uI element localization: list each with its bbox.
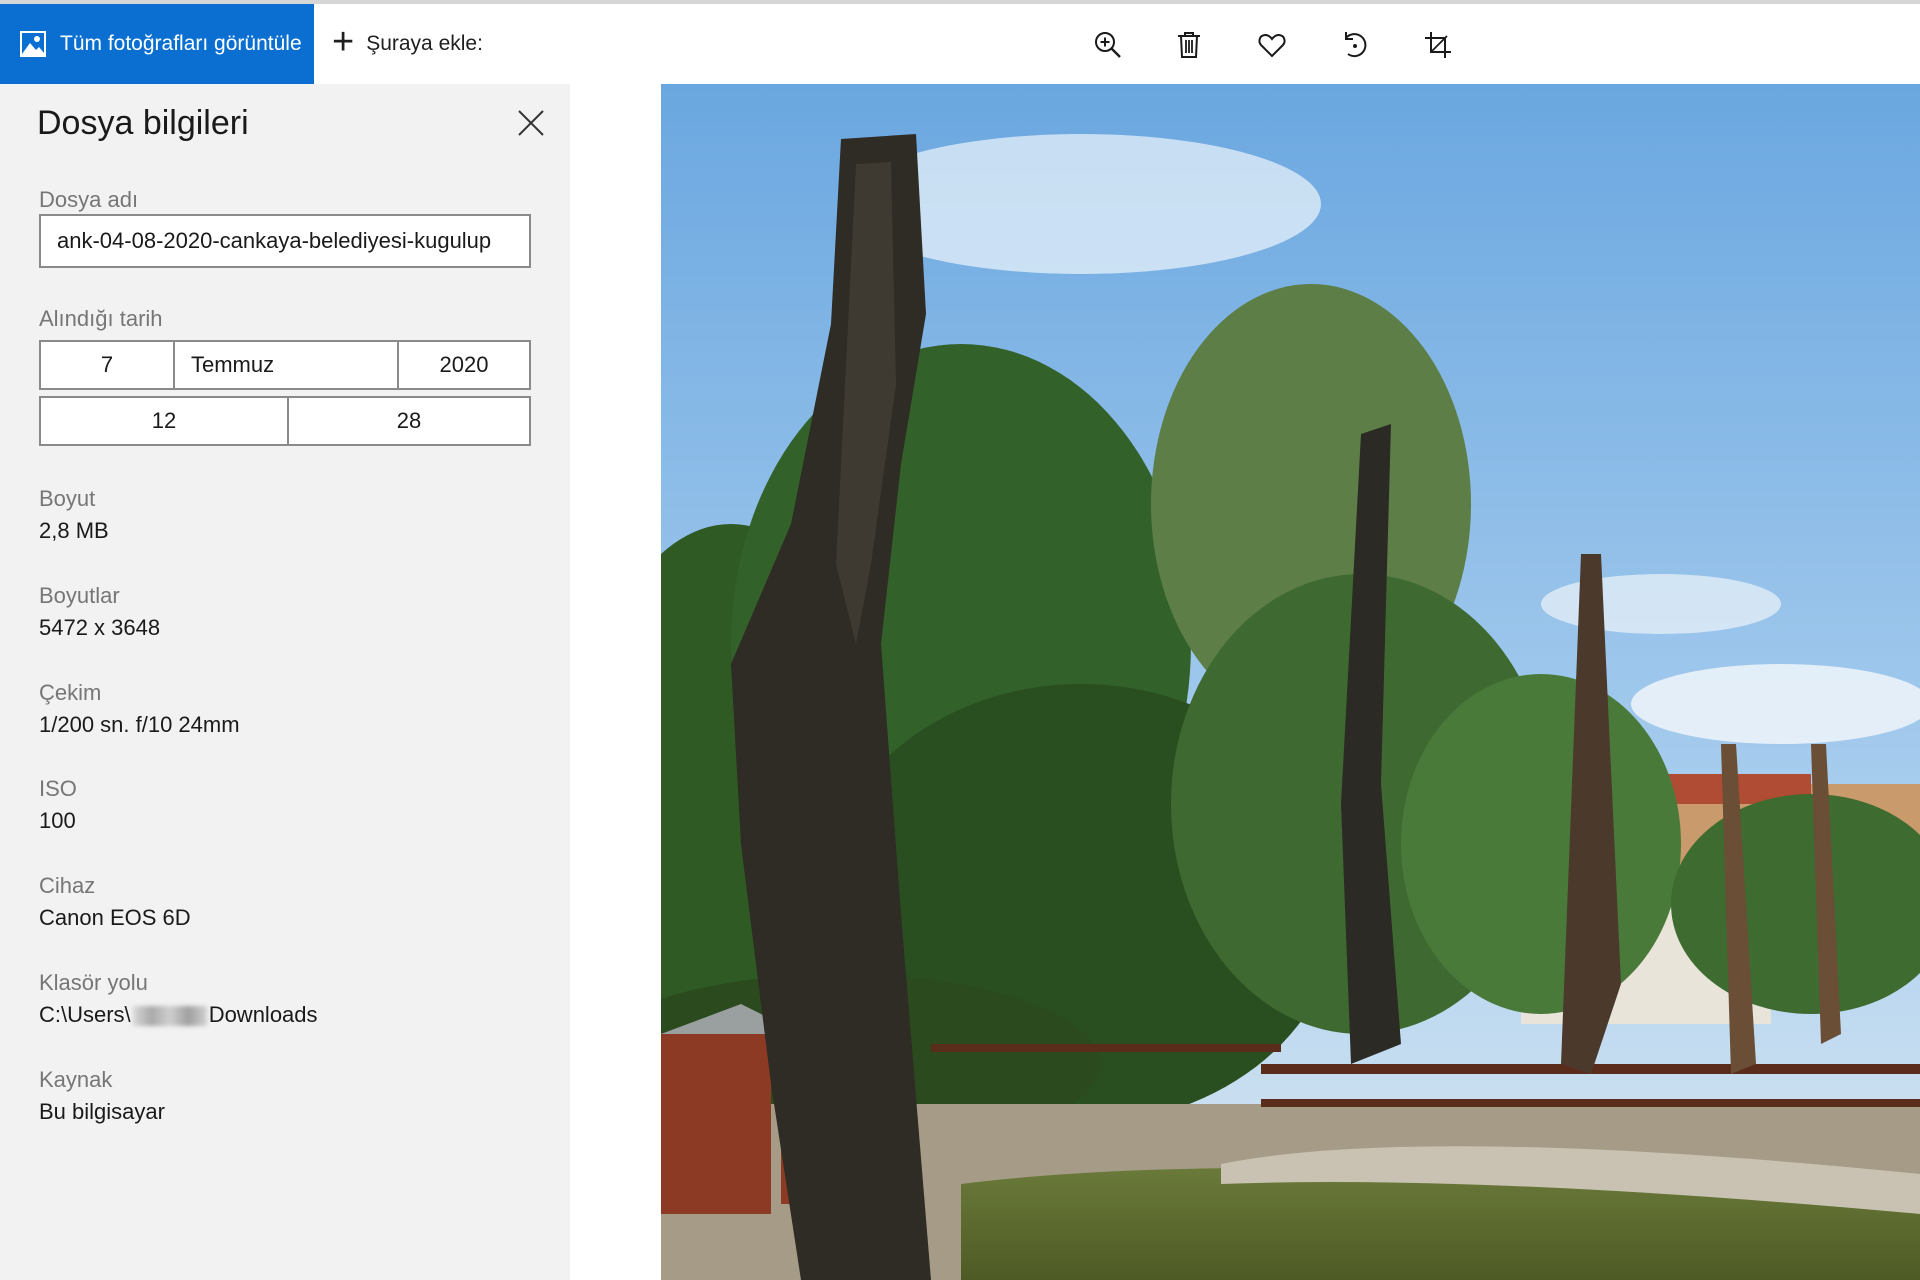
- dimensions-label: Boyutlar: [39, 583, 120, 608]
- favorite-button[interactable]: [1249, 22, 1295, 68]
- photo-viewer[interactable]: [661, 84, 1920, 1280]
- folder-path-prefix: C:\Users\: [39, 1002, 131, 1027]
- zoom-in-icon: [1095, 32, 1121, 58]
- date-picker[interactable]: 7 Temmuz 2020: [39, 340, 531, 390]
- size-label: Boyut: [39, 486, 96, 511]
- rotate-button[interactable]: [1332, 22, 1378, 68]
- delete-icon: [1178, 32, 1200, 58]
- view-all-photos-label: Tüm fotoğrafları görüntüle: [60, 32, 302, 55]
- time-hour[interactable]: 12: [41, 398, 287, 444]
- add-to-label: Şuraya ekle:: [366, 32, 483, 55]
- shot-label: Çekim: [39, 680, 102, 705]
- toolbar: Tüm fotoğrafları görüntüle + Şuraya ekle…: [0, 4, 1920, 84]
- close-panel-button[interactable]: [514, 106, 548, 140]
- filename-input[interactable]: [39, 214, 531, 268]
- file-info-panel: Dosya bilgileri Dosya adı Alındığı tarih…: [0, 84, 570, 1280]
- view-all-photos-button[interactable]: Tüm fotoğrafları görüntüle: [0, 4, 314, 84]
- time-minute[interactable]: 28: [287, 398, 529, 444]
- folder-path-value[interactable]: C:\Users\ Downloads: [39, 1002, 318, 1028]
- zoom-button[interactable]: [1085, 22, 1131, 68]
- folder-path-suffix: Downloads: [208, 1002, 318, 1027]
- photos-app-icon: [20, 31, 46, 57]
- device-label: Cihaz: [39, 873, 96, 898]
- size-value: 2,8 MB: [39, 518, 109, 543]
- crop-icon: [1425, 32, 1451, 58]
- blurred-username: [132, 1006, 207, 1027]
- time-picker[interactable]: 12 28: [39, 396, 531, 446]
- delete-button[interactable]: [1166, 22, 1212, 68]
- filename-label: Dosya adı: [39, 187, 139, 212]
- device-value: Canon EOS 6D: [39, 905, 191, 930]
- date-month[interactable]: Temmuz: [173, 342, 397, 388]
- close-icon: [518, 110, 544, 136]
- favorite-icon: [1258, 33, 1286, 58]
- folder-path-label: Klasör yolu: [39, 970, 148, 995]
- park-photo: [661, 84, 1920, 1280]
- plus-icon: +: [332, 21, 355, 63]
- rotate-icon: [1345, 32, 1367, 58]
- source-value: Bu bilgisayar: [39, 1099, 165, 1124]
- source-label: Kaynak: [39, 1067, 113, 1092]
- add-to-button[interactable]: + Şuraya ekle:: [332, 4, 483, 84]
- date-day[interactable]: 7: [41, 342, 173, 388]
- crop-button[interactable]: [1415, 22, 1461, 68]
- panel-title: Dosya bilgileri: [37, 104, 249, 142]
- date-year[interactable]: 2020: [397, 342, 529, 388]
- iso-label: ISO: [39, 776, 77, 801]
- date-taken-label: Alındığı tarih: [39, 306, 163, 331]
- iso-value: 100: [39, 808, 76, 833]
- shot-value: 1/200 sn. f/10 24mm: [39, 712, 240, 737]
- dimensions-value: 5472 x 3648: [39, 615, 161, 640]
